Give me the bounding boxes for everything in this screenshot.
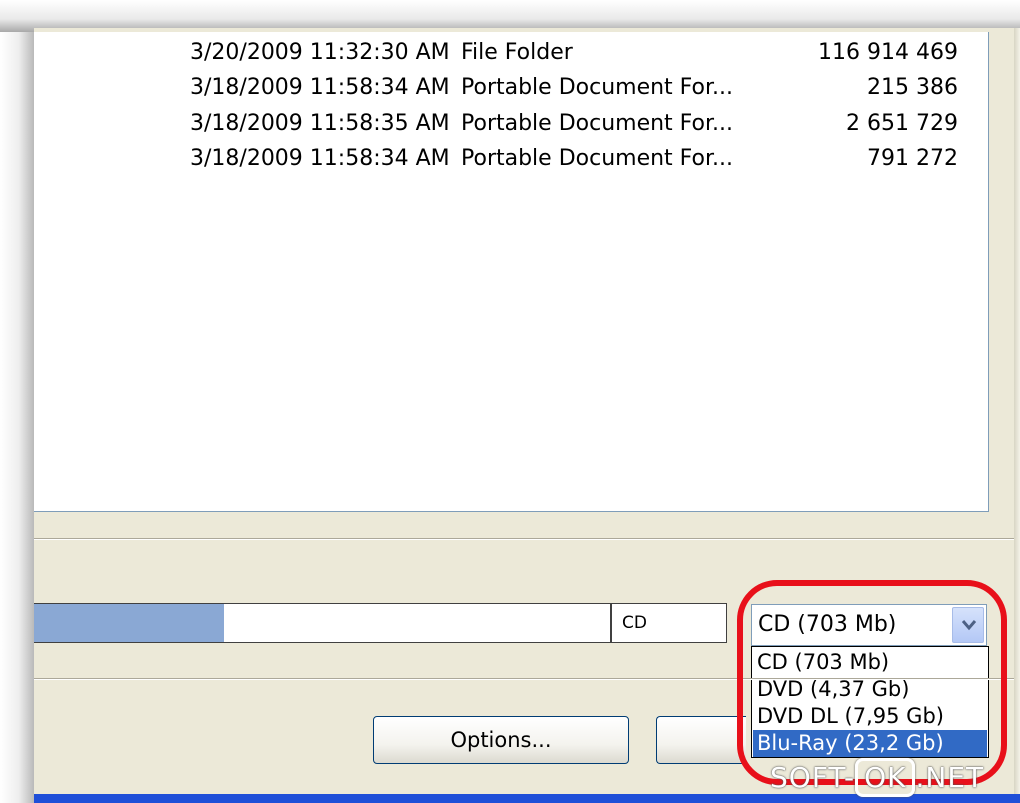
capacity-bar xyxy=(34,603,611,643)
media-type-label: CD xyxy=(611,603,727,643)
file-modified: 3/18/2009 11:58:34 AM xyxy=(190,146,450,171)
watermark: SOFT- OK .NET xyxy=(770,758,984,797)
separator-line xyxy=(34,539,1014,540)
capacity-fill xyxy=(34,604,224,642)
file-size: 116 914 469 xyxy=(818,40,958,65)
file-modified: 3/18/2009 11:58:34 AM xyxy=(190,75,450,100)
file-type: File Folder xyxy=(461,40,573,65)
file-size: 791 272 xyxy=(867,146,958,171)
window-right-edge xyxy=(1014,28,1020,803)
file-modified: 3/18/2009 11:58:35 AM xyxy=(190,111,450,136)
dialog-button[interactable] xyxy=(656,716,746,764)
file-row[interactable]: 3/20/2009 11:32:30 AM File Folder 116 91… xyxy=(34,36,988,70)
window-shadow-left xyxy=(0,0,34,803)
annotation-highlight-ring xyxy=(737,580,1007,785)
file-type: Portable Document For... xyxy=(461,146,734,171)
file-type: Portable Document For... xyxy=(461,111,734,136)
file-row[interactable]: 3/18/2009 11:58:34 AM Portable Document … xyxy=(34,142,988,176)
file-list[interactable]: 3/20/2009 11:32:30 AM File Folder 116 91… xyxy=(34,32,989,512)
file-modified: 3/20/2009 11:32:30 AM xyxy=(190,40,450,65)
options-button[interactable]: Options... xyxy=(373,716,629,764)
file-size: 215 386 xyxy=(867,75,958,100)
watermark-right: .NET xyxy=(915,761,985,794)
file-size: 2 651 729 xyxy=(846,111,958,136)
file-type: Portable Document For... xyxy=(461,75,734,100)
file-row[interactable]: 3/18/2009 11:58:34 AM Portable Document … xyxy=(34,71,988,105)
watermark-box: OK xyxy=(855,758,916,797)
file-row[interactable]: 3/18/2009 11:58:35 AM Portable Document … xyxy=(34,107,988,141)
watermark-left: SOFT- xyxy=(770,761,856,794)
